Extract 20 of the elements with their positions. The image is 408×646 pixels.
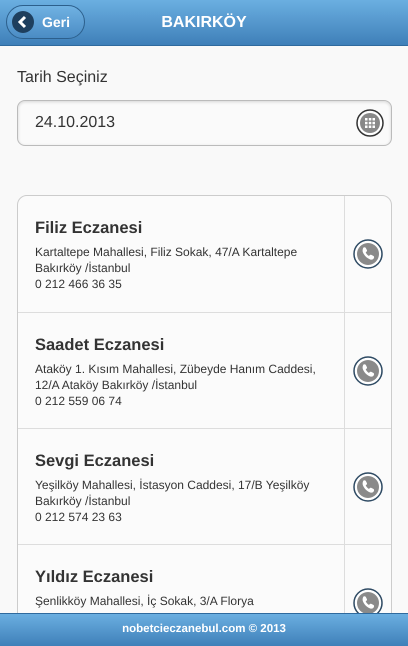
pharmacy-address: Ataköy 1. Kısım Mahallesi, Zübeyde Hanım Caddesi, 12/A Ataköy Bakırköy /İstanbul	[35, 360, 317, 393]
date-label: Tarih Seçiniz	[17, 68, 109, 88]
pharmacy-address: Şenlikköy Mahallesi, İç Sokak, 3/A Florya	[35, 592, 255, 609]
pharmacy-address: Yeşilköy Mahallesi, İstasyon Caddesi, 17/B Yeşilköy Bakırköy /İstanbul	[35, 476, 310, 509]
pharmacy-name: Yıldız Eczanesi	[35, 567, 154, 588]
calendar-icon[interactable]	[356, 109, 384, 137]
call-button[interactable]	[353, 356, 383, 386]
page-title: BAKIRKÖY	[161, 12, 247, 32]
pharmacy-name: Filiz Eczanesi	[35, 218, 144, 239]
date-field[interactable]: 24.10.2013	[17, 100, 392, 146]
call-button[interactable]	[353, 472, 383, 502]
pharmacy-name: Sevgi Eczanesi	[35, 451, 156, 472]
call-button[interactable]	[353, 239, 383, 269]
footer-text: nobetcieczanebul.com © 2013	[0, 613, 408, 646]
pharmacy-name: Saadet Eczanesi	[35, 335, 166, 356]
phone-number: 0 212 466 36 35	[35, 276, 123, 292]
pharmacy-address: Kartaltepe Mahallesi, Filiz Sokak, 47/A Kartaltepe Bakırköy /İstanbul	[35, 244, 298, 276]
phone-number: 0 212 574 23 63	[35, 508, 123, 525]
phone-number: 0 212 559 06 74	[35, 392, 123, 409]
back-icon	[12, 11, 34, 33]
